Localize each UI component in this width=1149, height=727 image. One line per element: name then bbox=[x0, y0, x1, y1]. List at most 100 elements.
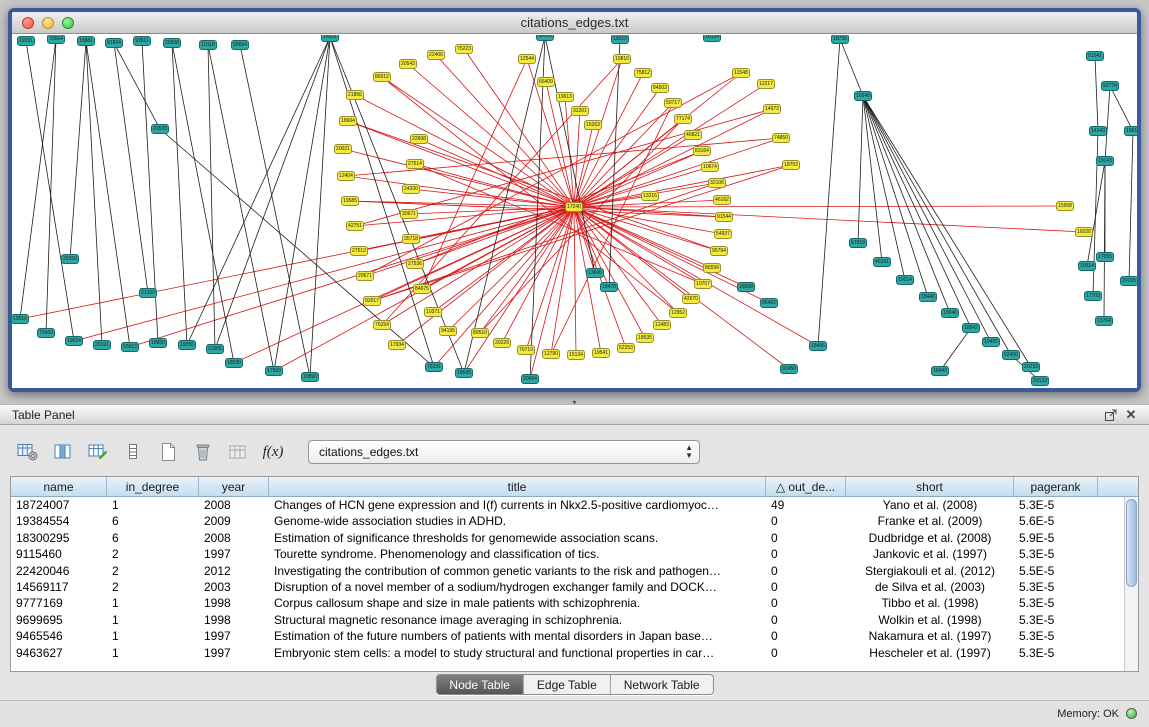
float-panel-icon[interactable] bbox=[1101, 406, 1121, 424]
cell-title[interactable]: Estimation of significance thresholds fo… bbox=[269, 530, 766, 546]
graph-node[interactable]: 46162 bbox=[713, 195, 731, 205]
cell-short[interactable]: de Silva et al. (2003) bbox=[846, 579, 1014, 595]
graph-node[interactable]: 20671 bbox=[356, 271, 374, 281]
graph-node[interactable]: 18311 bbox=[321, 35, 339, 42]
graph-node[interactable]: 18850 bbox=[149, 338, 167, 348]
cell-name[interactable]: 9465546 bbox=[11, 628, 107, 644]
delete-column-icon[interactable] bbox=[189, 439, 217, 465]
column-header-name[interactable]: name bbox=[11, 477, 107, 497]
graph-node[interactable]: 30671 bbox=[400, 209, 418, 219]
graph-node[interactable]: 12952 bbox=[669, 308, 687, 318]
cell-year[interactable]: 1997 bbox=[199, 645, 269, 661]
graph-node[interactable]: 18942 bbox=[962, 323, 980, 333]
cell-pagerank[interactable]: 5.6E-5 bbox=[1014, 513, 1098, 529]
graph-node[interactable]: 20021 bbox=[334, 144, 352, 154]
graph-node[interactable]: 20195 bbox=[1120, 276, 1137, 286]
graph-node[interactable]: 10946 bbox=[941, 308, 959, 318]
cell-year[interactable]: 1997 bbox=[199, 628, 269, 644]
graph-node[interactable]: 55013 bbox=[121, 342, 139, 352]
cell-year[interactable]: 2012 bbox=[199, 563, 269, 579]
cell-year[interactable]: 1998 bbox=[199, 612, 269, 628]
graph-node[interactable]: 17240 bbox=[565, 202, 583, 212]
tab-edge-table[interactable]: Edge Table bbox=[524, 675, 611, 694]
cell-out_degree[interactable]: 0 bbox=[766, 579, 846, 595]
scrollbar-thumb[interactable] bbox=[1126, 499, 1137, 587]
graph-node[interactable]: 42751 bbox=[346, 221, 364, 231]
graph-node[interactable]: 94195 bbox=[439, 326, 457, 336]
cell-in_degree[interactable]: 1 bbox=[107, 612, 199, 628]
cell-out_degree[interactable]: 0 bbox=[766, 513, 846, 529]
cell-in_degree[interactable]: 6 bbox=[107, 530, 199, 546]
graph-node[interactable]: 85492 bbox=[760, 298, 778, 308]
table-row[interactable]: 911546021997Tourette syndrome. Phenomeno… bbox=[11, 546, 1138, 562]
graph-node[interactable]: 89510 bbox=[471, 328, 489, 338]
graph-node[interactable]: 18535 bbox=[455, 368, 473, 378]
new-table-icon[interactable] bbox=[154, 439, 182, 465]
cell-out_degree[interactable]: 0 bbox=[766, 595, 846, 611]
graph-node[interactable]: 13216 bbox=[641, 191, 659, 201]
graph-node[interactable]: 16263 bbox=[584, 120, 602, 130]
cell-pagerank[interactable]: 5.3E-5 bbox=[1014, 595, 1098, 611]
cell-pagerank[interactable]: 5.3E-5 bbox=[1014, 579, 1098, 595]
graph-node[interactable]: 76191 bbox=[425, 362, 443, 372]
graph-node[interactable]: 18440 bbox=[919, 292, 937, 302]
table-row[interactable]: 977716911998Corpus callosum shape and si… bbox=[11, 595, 1138, 611]
graph-node[interactable]: 27514 bbox=[406, 159, 424, 169]
graph-node[interactable]: 92774 bbox=[1101, 81, 1119, 91]
cell-title[interactable]: Investigating the contribution of common… bbox=[269, 563, 766, 579]
cell-name[interactable]: 19384554 bbox=[11, 513, 107, 529]
graph-node[interactable]: 17569 bbox=[265, 366, 283, 376]
table-row[interactable]: 1938455462009Genome-wide association stu… bbox=[11, 513, 1138, 529]
graph-node[interactable]: 17934 bbox=[388, 340, 406, 350]
cell-name[interactable]: 18300295 bbox=[11, 530, 107, 546]
graph-node[interactable]: 75812 bbox=[634, 68, 652, 78]
graph-node[interactable]: 14973 bbox=[763, 104, 781, 114]
cell-pagerank[interactable]: 5.3E-5 bbox=[1014, 645, 1098, 661]
table-row[interactable]: 1830029562008Estimation of significance … bbox=[11, 530, 1138, 546]
graph-node[interactable]: 16648 bbox=[854, 91, 872, 101]
table-row[interactable]: 946362711997Embryonic stem cells: a mode… bbox=[11, 645, 1138, 661]
network-canvas[interactable]: 1724021856186042002112404195854275127512… bbox=[12, 35, 1137, 388]
cell-year[interactable]: 1997 bbox=[199, 546, 269, 562]
graph-node[interactable]: 18881 bbox=[77, 36, 95, 46]
cell-title[interactable]: Disruption of a novel member of a sodium… bbox=[269, 579, 766, 595]
graph-node[interactable]: 10371 bbox=[424, 307, 442, 317]
graph-node[interactable]: 20191 bbox=[93, 340, 111, 350]
show-columns-icon[interactable] bbox=[49, 439, 77, 465]
cell-in_degree[interactable]: 1 bbox=[107, 645, 199, 661]
cell-short[interactable]: Stergiakouli et al. (2012) bbox=[846, 563, 1014, 579]
cell-title[interactable]: Genome-wide association studies in ADHD. bbox=[269, 513, 766, 529]
cell-out_degree[interactable]: 0 bbox=[766, 612, 846, 628]
graph-node[interactable]: 35718 bbox=[402, 234, 420, 244]
graph-node[interactable]: 18030 bbox=[225, 358, 243, 368]
cell-out_degree[interactable]: 0 bbox=[766, 563, 846, 579]
graph-node[interactable]: 19610 bbox=[1124, 126, 1137, 136]
graph-node[interactable]: 25260 bbox=[61, 254, 79, 264]
graph-node[interactable]: 91041 bbox=[1086, 51, 1104, 61]
cell-year[interactable]: 2009 bbox=[199, 513, 269, 529]
graph-node[interactable]: 19014 bbox=[896, 275, 914, 285]
graph-node[interactable]: 10514 bbox=[1078, 261, 1096, 271]
graph-node[interactable]: 14143 bbox=[1089, 126, 1107, 136]
column-header-out_degree[interactable]: △ out_de... bbox=[766, 477, 846, 497]
table-row[interactable]: 969969511998Structural magnetic resonanc… bbox=[11, 612, 1138, 628]
graph-node[interactable]: 19143 bbox=[1096, 156, 1114, 166]
cell-title[interactable]: Embryonic stem cells: a model to study s… bbox=[269, 645, 766, 661]
cell-in_degree[interactable]: 1 bbox=[107, 595, 199, 611]
graph-node[interactable]: 27536 bbox=[406, 259, 424, 269]
graph-node[interactable]: 21200 bbox=[139, 288, 157, 298]
graph-node[interactable]: 19613 bbox=[556, 92, 574, 102]
graph-node[interactable]: 11548 bbox=[732, 68, 750, 78]
graph-node[interactable]: 22406 bbox=[427, 50, 445, 60]
graph-node[interactable]: 18443 bbox=[931, 366, 949, 376]
close-panel-icon[interactable]: ✕ bbox=[1121, 406, 1141, 424]
graph-node[interactable]: 32201 bbox=[571, 106, 589, 116]
graph-node[interactable]: 24200 bbox=[402, 184, 420, 194]
graph-node[interactable]: 59717 bbox=[664, 98, 682, 108]
graph-node[interactable]: 93017 bbox=[363, 296, 381, 306]
graph-node[interactable]: 19331 bbox=[17, 36, 35, 46]
cell-short[interactable]: Yano et al. (2008) bbox=[846, 497, 1014, 513]
cell-short[interactable]: Nakamura et al. (1997) bbox=[846, 628, 1014, 644]
cell-title[interactable]: Changes of HCN gene expression and I(f) … bbox=[269, 497, 766, 513]
graph-node[interactable]: 12404 bbox=[337, 171, 355, 181]
